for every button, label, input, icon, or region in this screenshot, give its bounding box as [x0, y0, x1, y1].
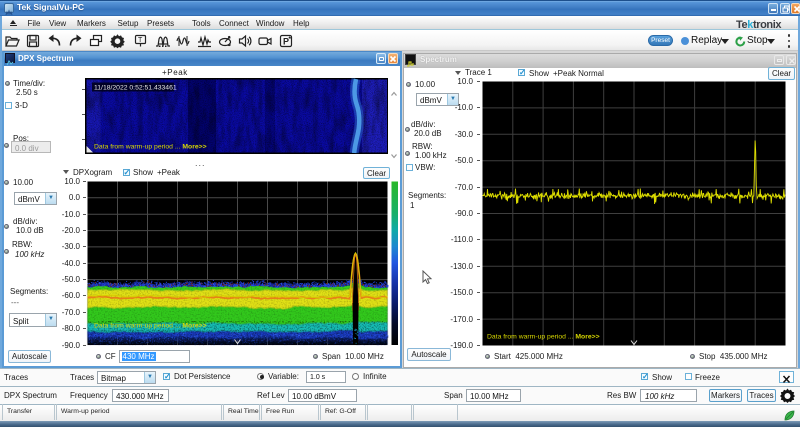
svg-text:Data from warm-up period ... M: Data from warm-up period ... More>>	[94, 323, 207, 330]
svg-text:Data from warm-up period ... M: Data from warm-up period ... More>>	[94, 144, 207, 151]
svg-text:11/18/2022 0:52:51.433461: 11/18/2022 0:52:51.433461	[94, 85, 177, 92]
svg-text:Data from warm-up period ... M: Data from warm-up period ... More>>	[487, 334, 600, 341]
